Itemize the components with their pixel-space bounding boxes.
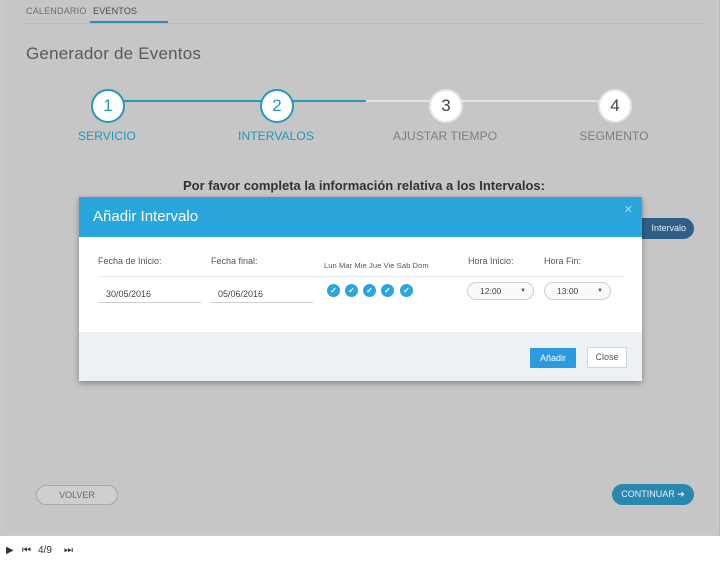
tab-eventos[interactable]: EVENTOS bbox=[93, 6, 137, 16]
rewind-icon[interactable]: ⏮ bbox=[22, 545, 31, 556]
day-check-icon[interactable]: ✓ bbox=[381, 284, 394, 297]
forward-icon[interactable]: ⏭ bbox=[64, 545, 73, 556]
chevron-down-icon: ▼ bbox=[520, 288, 526, 294]
weekdays-label: Lun Mar Mie Jue Vie Sab Dom bbox=[324, 261, 429, 270]
step-2-circle: 2 bbox=[260, 89, 294, 123]
start-time-value: 12:00 bbox=[480, 286, 502, 296]
continue-button[interactable]: CONTINUAR ➔ bbox=[612, 484, 694, 505]
close-icon[interactable]: ✕ bbox=[624, 203, 633, 216]
end-time-select[interactable]: 13:00 ▼ bbox=[544, 282, 611, 300]
play-icon[interactable]: ▶ bbox=[6, 545, 14, 556]
active-tab-underline bbox=[90, 21, 168, 23]
top-navigation: CALENDARIO EVENTOS bbox=[22, 0, 702, 24]
step-3-circle: 3 bbox=[429, 89, 463, 123]
step-2-label: INTERVALOS bbox=[238, 129, 314, 143]
table-header-divider bbox=[99, 276, 624, 277]
step-1-circle: 1 bbox=[91, 89, 125, 123]
add-button[interactable]: Añadir bbox=[530, 348, 576, 368]
dialog-title: Añadir Intervalo bbox=[93, 208, 199, 225]
day-check-icon[interactable]: ✓ bbox=[345, 284, 358, 297]
add-interval-dialog: Añadir Intervalo ✕ Fecha de Inicio: Fech… bbox=[79, 197, 642, 381]
end-time-label: Hora Fin: bbox=[544, 256, 582, 266]
dialog-header: Añadir Intervalo ✕ bbox=[79, 197, 642, 237]
page-title: Generador de Eventos bbox=[26, 44, 202, 63]
stepper-remaining-line bbox=[366, 100, 620, 102]
day-check-icon[interactable]: ✓ bbox=[400, 284, 413, 297]
start-time-label: Hora Inicio: bbox=[468, 256, 514, 266]
day-check-icon[interactable]: ✓ bbox=[327, 284, 340, 297]
tab-calendario[interactable]: CALENDARIO bbox=[26, 6, 87, 16]
end-date-label: Fecha final: bbox=[211, 256, 258, 266]
start-date-input[interactable]: 30/05/2016 bbox=[98, 285, 201, 303]
page-indicator: 4/9 bbox=[38, 545, 52, 556]
step-3-label: AJUSTAR TIEMPO bbox=[392, 129, 498, 143]
end-date-input[interactable]: 05/06/2016 bbox=[210, 285, 313, 303]
instruction-text: Por favor completa la información relati… bbox=[183, 178, 545, 193]
end-time-value: 13:00 bbox=[557, 286, 579, 296]
start-time-select[interactable]: 12:00 ▼ bbox=[467, 282, 534, 300]
start-date-label: Fecha de Inicio: bbox=[98, 256, 162, 266]
chevron-down-icon: ▼ bbox=[597, 288, 603, 294]
day-check-icon[interactable]: ✓ bbox=[363, 284, 376, 297]
close-button[interactable]: Close bbox=[587, 347, 627, 368]
step-4-label: SEGMENTO bbox=[579, 129, 649, 143]
stepper-progress-line bbox=[112, 100, 366, 102]
add-interval-button[interactable]: Intervalo bbox=[636, 218, 694, 239]
back-button[interactable]: VOLVER bbox=[36, 485, 118, 505]
step-4-circle: 4 bbox=[598, 89, 632, 123]
step-1-label: SERVICIO bbox=[78, 129, 136, 143]
